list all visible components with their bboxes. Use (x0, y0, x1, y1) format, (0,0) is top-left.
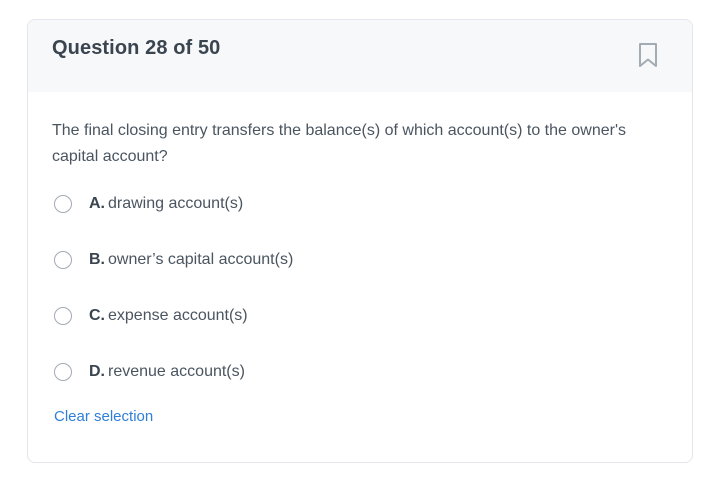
radio-button[interactable] (54, 251, 72, 269)
option-b[interactable]: B. owner’s capital account(s) (52, 247, 293, 273)
option-label: drawing account(s) (108, 195, 244, 212)
clear-selection-link[interactable]: Clear selection (54, 408, 153, 425)
option-d[interactable]: D. revenue account(s) (52, 359, 245, 385)
question-card: Question 28 of 50 The final closing entr… (27, 19, 693, 463)
option-letter: B. (89, 251, 105, 268)
option-label: owner’s capital account(s) (108, 251, 294, 268)
bookmark-icon (639, 43, 657, 67)
radio-button[interactable] (54, 307, 72, 325)
question-text: The final closing entry transfers the ba… (52, 122, 626, 165)
question-header: Question 28 of 50 (28, 20, 692, 92)
option-label: expense account(s) (108, 307, 248, 324)
option-letter: A. (89, 195, 105, 212)
option-letter: C. (89, 307, 105, 324)
option-a[interactable]: A. drawing account(s) (52, 191, 243, 217)
option-letter: D. (89, 363, 105, 380)
option-label: revenue account(s) (108, 363, 245, 380)
option-c[interactable]: C. expense account(s) (52, 303, 248, 329)
bookmark-button[interactable] (636, 41, 660, 69)
question-title: Question 28 of 50 (52, 37, 221, 59)
radio-button[interactable] (54, 195, 72, 213)
radio-button[interactable] (54, 363, 72, 381)
